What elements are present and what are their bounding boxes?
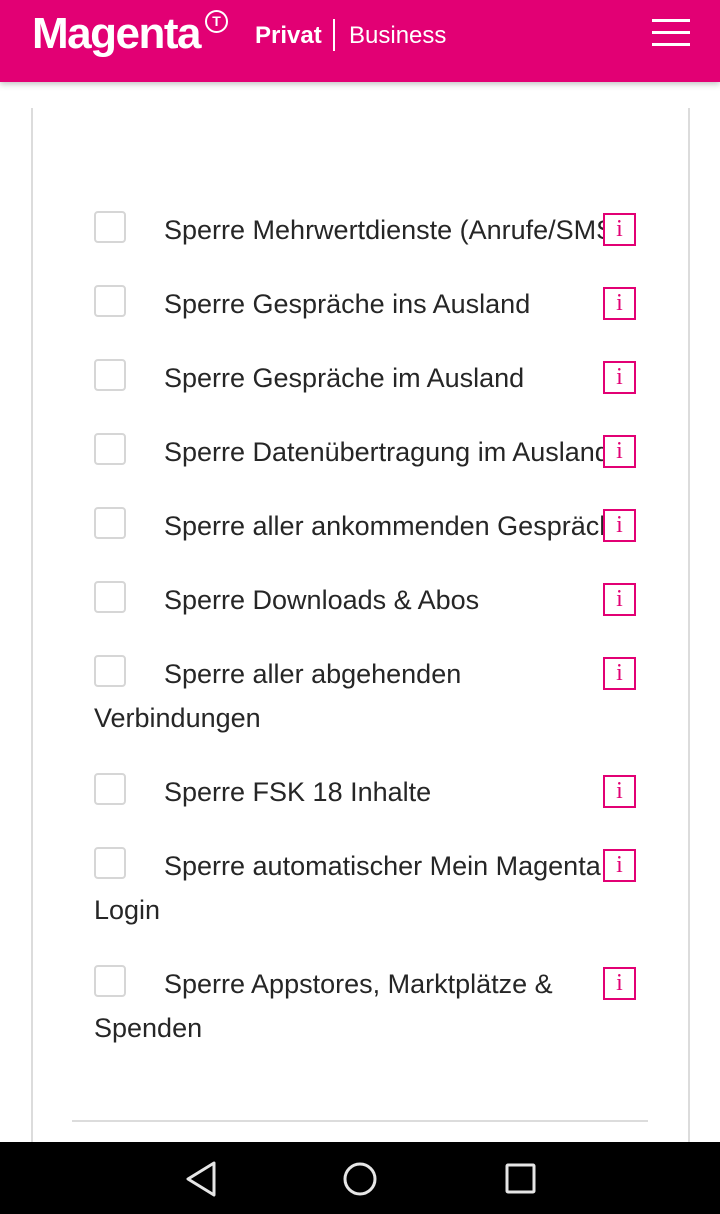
nav-business-link[interactable]: Business (349, 22, 446, 50)
info-icon[interactable]: i (603, 213, 636, 246)
checkbox-ankommende-gespraeche[interactable] (94, 506, 126, 539)
nav-privat-link[interactable]: Privat (255, 22, 322, 50)
option-label: Sperre Datenübertragung im Ausland (164, 437, 606, 467)
checkbox-gespraeche-ins-ausland[interactable] (94, 284, 126, 317)
home-circle-icon[interactable] (340, 1160, 380, 1198)
checkbox-gespraeche-im-ausland[interactable] (94, 358, 126, 391)
info-icon[interactable]: i (603, 435, 636, 468)
option-label: Sperre Downloads & Abos (164, 585, 480, 615)
option-gespraeche-im-ausland: Sperre Gespräche im Ausland (94, 356, 606, 400)
nav-divider (333, 19, 335, 51)
info-icon[interactable]: i (603, 849, 636, 882)
option-abgehende-verbindungen: Sperre aller abgehenden Verbindungen (94, 652, 606, 740)
option-mein-magenta-login: Sperre automatischer Mein Magenta Login (94, 844, 602, 932)
option-mehrwertdienste: Sperre Mehrwertdienste (Anrufe/SMS) (94, 208, 606, 252)
magenta-logo[interactable]: Magenta (32, 9, 201, 59)
hamburger-menu-icon[interactable] (648, 17, 692, 51)
back-triangle-icon[interactable] (182, 1160, 222, 1198)
info-icon[interactable]: i (603, 583, 636, 616)
section-divider (72, 1120, 648, 1122)
option-label: Sperre aller ankommenden Gespräche (164, 511, 606, 541)
app-header: Magenta T Privat Business (0, 0, 720, 82)
info-icon[interactable]: i (603, 967, 636, 1000)
option-label: Sperre FSK 18 Inhalte (164, 777, 432, 807)
checkbox-datenuebertragung-im-ausland[interactable] (94, 432, 126, 465)
recent-apps-square-icon[interactable] (500, 1160, 540, 1198)
option-label: Sperre Gespräche im Ausland (164, 363, 525, 393)
checkbox-abgehende-verbindungen[interactable] (94, 654, 126, 687)
info-icon[interactable]: i (603, 509, 636, 542)
option-fsk-18: Sperre FSK 18 Inhalte (94, 770, 606, 814)
checkbox-appstores[interactable] (94, 964, 126, 997)
option-label: Sperre Appstores, Marktplätze & Spenden (94, 969, 553, 1043)
option-datenuebertragung-im-ausland: Sperre Datenübertragung im Ausland (94, 430, 606, 474)
system-navigation-bar (0, 1142, 720, 1214)
option-label: Sperre automatischer Mein Magenta Login (94, 851, 601, 925)
info-icon[interactable]: i (603, 657, 636, 690)
option-appstores: Sperre Appstores, Marktplätze & Spenden (94, 962, 606, 1050)
info-icon[interactable]: i (603, 775, 636, 808)
option-label: Sperre aller abgehenden Verbindungen (94, 659, 462, 733)
option-label: Sperre Gespräche ins Ausland (164, 289, 531, 319)
telekom-t-logo-icon: T (205, 10, 228, 33)
info-icon[interactable]: i (603, 287, 636, 320)
checkbox-mein-magenta-login[interactable] (94, 846, 126, 879)
option-gespraeche-ins-ausland: Sperre Gespräche ins Ausland (94, 282, 606, 326)
checkbox-mehrwertdienste[interactable] (94, 210, 126, 243)
checkbox-fsk-18[interactable] (94, 772, 126, 805)
info-icon[interactable]: i (603, 361, 636, 394)
option-ankommende-gespraeche: Sperre aller ankommenden Gespräche (94, 504, 606, 548)
checkbox-downloads-abos[interactable] (94, 580, 126, 613)
option-label: Sperre Mehrwertdienste (Anrufe/SMS) (164, 215, 606, 245)
option-downloads-abos: Sperre Downloads & Abos (94, 578, 606, 622)
